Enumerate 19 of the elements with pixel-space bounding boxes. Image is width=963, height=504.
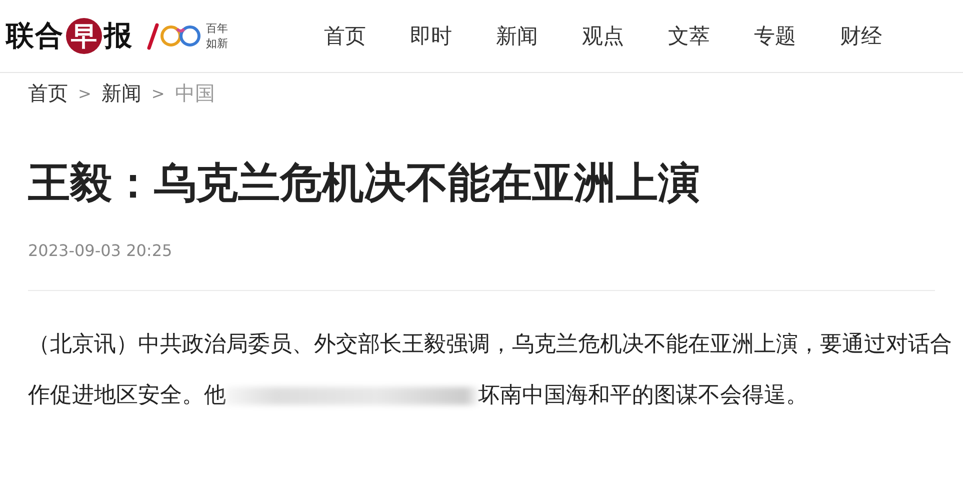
nav-link[interactable]: 即时: [410, 22, 452, 50]
breadcrumb-separator: >: [151, 84, 165, 102]
logo-text[interactable]: 联合: [6, 17, 64, 55]
breadcrumb-link[interactable]: 新闻: [101, 80, 142, 106]
article-date: 2023-09-03 20:25: [28, 241, 174, 260]
article-title: 王毅：乌克兰危机决不能在亚洲上演: [28, 157, 701, 209]
breadcrumb-separator: >: [78, 84, 92, 102]
nav-link[interactable]: 观点: [582, 22, 624, 50]
logo-badge[interactable]: 早: [66, 18, 102, 54]
nav-link[interactable]: 新闻: [496, 22, 538, 50]
logo-text[interactable]: 报: [104, 17, 133, 55]
article-paragraph: （北京讯）中共政治局委员、外交部长王毅强调，乌克兰危机决不能在亚洲上演，要通过对话合作促进地区安全。他 坏南中国海和平的图谋不会得逞。: [28, 331, 953, 410]
nav-link[interactable]: 专题: [754, 22, 796, 50]
nav-link[interactable]: 首页: [324, 22, 366, 50]
logo-tagline: 如新: [206, 36, 228, 51]
breadcrumb-link[interactable]: 首页: [28, 80, 68, 106]
logo-tagline: 百年: [206, 21, 228, 36]
nav-link[interactable]: 财经: [840, 22, 882, 50]
nav-link[interactable]: 文萃: [668, 22, 710, 50]
